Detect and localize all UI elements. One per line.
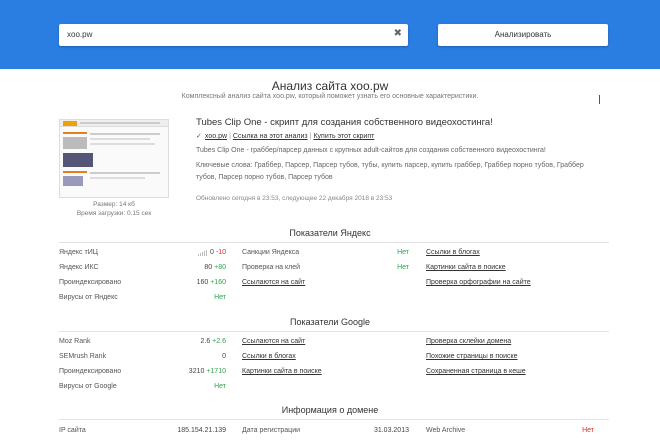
google-backlinks-link[interactable]: Ссылаются на сайт: [242, 338, 305, 345]
load-time: Время загрузки: 0.15 сек: [76, 210, 152, 217]
page-title: Анализ сайта xoo.pw: [271, 79, 389, 93]
site-domain-link[interactable]: xoo.pw: [205, 133, 227, 140]
cached-page-link[interactable]: Сохраненная страница в кеше: [426, 368, 526, 375]
site-description: Tubes Clip One - граббер/парсер данных с…: [196, 147, 546, 154]
site-thumbnail: [59, 119, 169, 198]
site-links: ✓ xoo.pw | Ссылка на этот анализ | Купить это…: [196, 133, 375, 140]
google-blogs-link[interactable]: Ссылки в блогах: [242, 353, 296, 360]
divider: [59, 331, 609, 332]
divider: [59, 419, 609, 420]
text-cursor: [599, 95, 600, 104]
domain-glue-link[interactable]: Проверка склейки домена: [426, 338, 511, 345]
top-bar: xoo.pw ✖ Анализировать: [0, 0, 660, 69]
clear-icon[interactable]: ✖: [394, 28, 402, 39]
search-input-value[interactable]: xoo.pw: [67, 30, 92, 39]
analyze-button[interactable]: Анализировать: [438, 24, 608, 46]
blogs-link[interactable]: Ссылки в блогах: [426, 249, 480, 256]
google-section-title: Показатели Google: [290, 317, 370, 327]
similar-pages-link[interactable]: Похожие страницы в поиске: [426, 353, 518, 360]
page-subtitle: Комплексный анализ сайта xoo.pw, который…: [181, 93, 479, 100]
check-icon: ✓: [196, 133, 202, 140]
buy-script-link[interactable]: Купить этот скрипт: [313, 133, 374, 140]
domain-section-title: Информация о домене: [281, 405, 379, 415]
site-keywords: Ключевые слова: Граббер, Парсер, Парсер …: [196, 162, 584, 181]
signal-bars-icon: [198, 249, 208, 256]
google-images-link[interactable]: Картинки сайта в поиске: [242, 368, 322, 375]
analysis-link[interactable]: Ссылка на этот анализ: [233, 133, 308, 140]
thumbnail-size: Размер: 14 кб: [93, 201, 135, 208]
spellcheck-link[interactable]: Проверка орфографии на сайте: [426, 279, 531, 286]
backlinks-link[interactable]: Ссылаются на сайт: [242, 279, 305, 286]
search-input[interactable]: xoo.pw ✖: [59, 24, 408, 46]
divider: [59, 242, 609, 243]
site-title: Tubes Clip One - скрипт для создания соб…: [196, 117, 493, 128]
images-search-link[interactable]: Картинки сайта в поиске: [426, 264, 506, 271]
update-info: Обновлено сегодня в 23:53, следующее 22 …: [196, 195, 393, 202]
yandex-section-title: Показатели Яндекс: [289, 228, 371, 238]
